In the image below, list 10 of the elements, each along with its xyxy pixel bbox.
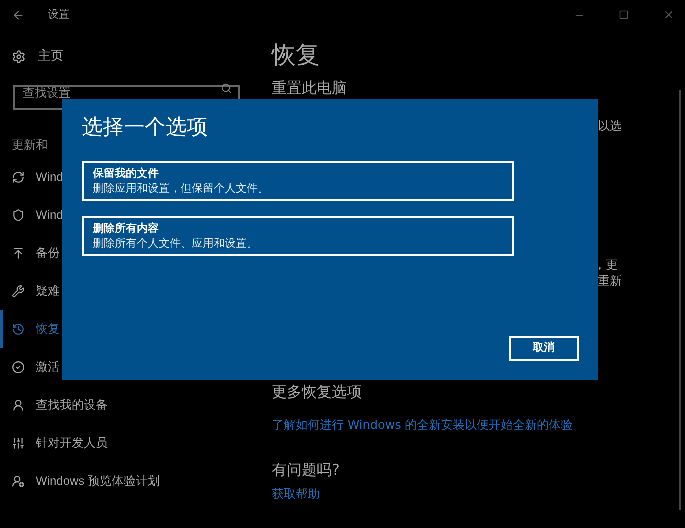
window-title: 设置	[48, 6, 70, 23]
body-text: 以选	[598, 118, 623, 134]
section-header: 更新和	[12, 137, 48, 154]
section-heading: 重置此电脑	[272, 79, 348, 97]
body-text: 重新	[598, 273, 623, 289]
section-heading: 更多恢复选项	[272, 382, 363, 402]
body-text: ，更	[594, 257, 619, 273]
page-title: 恢复	[272, 40, 321, 71]
dialog-title: 选择一个选项	[82, 114, 209, 141]
section-heading: 有问题吗?	[272, 460, 341, 480]
